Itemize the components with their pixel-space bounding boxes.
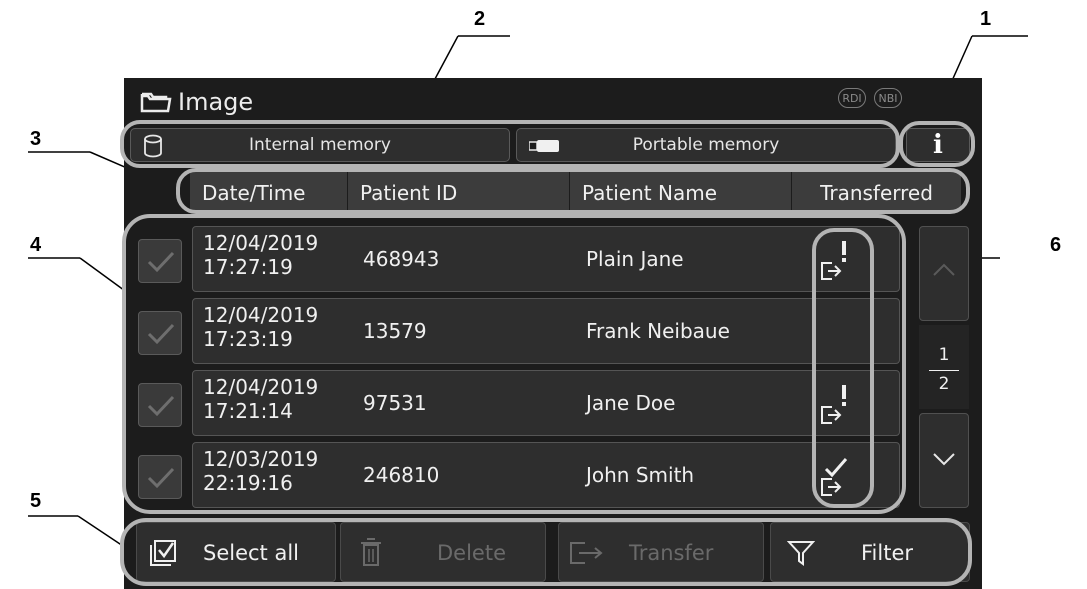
table-row[interactable]: 12/04/2019 17:21:14 97531 Jane Doe: [192, 370, 900, 436]
transfer-error-icon: [821, 241, 846, 280]
row-patient-name: Jane Doe: [586, 391, 676, 415]
filter-button[interactable]: Filter: [770, 522, 970, 582]
row-checkbox[interactable]: [138, 311, 182, 355]
column-header-date-time[interactable]: Date/Time: [190, 172, 348, 210]
tab-internal-memory[interactable]: Internal memory: [130, 128, 510, 162]
info-button[interactable]: i: [906, 128, 970, 162]
chevron-down-icon: [933, 453, 955, 466]
row-time: 22:19:16: [203, 471, 293, 495]
row-patient-id: 13579: [363, 319, 427, 343]
page-current: 1: [938, 345, 950, 365]
row-date: 12/04/2019: [203, 231, 319, 255]
checkbox-icon: [147, 323, 175, 345]
row-patient-id: 468943: [363, 247, 440, 271]
row-patient-name: Frank Neibaue: [586, 319, 730, 343]
callout-number-4: 4: [30, 234, 42, 256]
scroll-up-button[interactable]: [919, 226, 969, 321]
column-header-patient-id[interactable]: Patient ID: [348, 172, 570, 210]
row-date: 12/04/2019: [203, 375, 319, 399]
nbi-badge: NBI: [874, 88, 902, 108]
page-title: Image: [178, 88, 254, 116]
row-patient-name: John Smith: [586, 463, 695, 487]
checkbox-icon: [147, 251, 175, 273]
row-checkbox[interactable]: [138, 239, 182, 283]
delete-button[interactable]: Delete: [340, 522, 546, 582]
cylinder-storage-icon: [144, 134, 162, 158]
delete-label: Delete: [437, 541, 506, 565]
tab-internal-memory-label: Internal memory: [249, 135, 391, 155]
row-date-time: 12/04/2019 17:21:14: [203, 375, 318, 423]
row-time: 17:23:19: [203, 327, 293, 351]
chevron-up-icon: [933, 263, 955, 276]
transfer-button[interactable]: Transfer: [558, 522, 764, 582]
row-time: 17:21:14: [203, 399, 293, 423]
row-patient-id: 97531: [363, 391, 427, 415]
transfer-error-icon: [821, 385, 846, 424]
row-checkbox[interactable]: [138, 383, 182, 427]
info-icon: i: [933, 130, 943, 160]
row-date-time: 12/03/2019 22:19:16: [203, 447, 318, 495]
checkbox-icon: [147, 467, 175, 489]
trash-icon: [361, 538, 381, 566]
usb-drive-icon: [529, 140, 559, 152]
page-indicator: 1 2: [919, 325, 969, 409]
column-header-transferred[interactable]: Transferred: [792, 172, 962, 210]
rdi-badge: RDI: [838, 88, 866, 108]
select-all-label: Select all: [203, 541, 299, 565]
row-patient-id: 246810: [363, 463, 440, 487]
callout-number-3: 3: [30, 128, 42, 150]
filter-label: Filter: [861, 541, 914, 565]
row-date: 12/03/2019: [203, 447, 319, 471]
transfer-icon: [570, 542, 603, 564]
page-divider: [929, 370, 959, 371]
transfer-done-icon: [821, 458, 848, 496]
callout-number-2: 2: [474, 8, 486, 30]
table-row[interactable]: 12/04/2019 17:23:19 13579 Frank Neibaue: [192, 298, 900, 364]
tab-portable-memory[interactable]: Portable memory: [516, 128, 896, 162]
row-time: 17:27:19: [203, 255, 293, 279]
row-checkbox[interactable]: [138, 455, 182, 499]
callout-number-1: 1: [980, 8, 992, 30]
callout-number-6: 6: [1050, 234, 1062, 256]
select-all-icon: [150, 540, 176, 566]
callout-number-5: 5: [30, 490, 42, 512]
filter-icon: [787, 541, 815, 566]
transfer-label: Transfer: [629, 541, 714, 565]
column-header-patient-name[interactable]: Patient Name: [570, 172, 792, 210]
row-patient-name: Plain Jane: [586, 247, 684, 271]
row-date-time: 12/04/2019 17:27:19: [203, 231, 318, 279]
tab-portable-memory-label: Portable memory: [632, 135, 780, 155]
folder-icon: [140, 92, 172, 113]
table-row[interactable]: 12/04/2019 17:27:19 468943 Plain Jane: [192, 226, 900, 292]
page-total: 2: [938, 374, 950, 394]
select-all-button[interactable]: Select all: [136, 522, 336, 582]
scroll-down-button[interactable]: [919, 413, 969, 508]
row-date: 12/04/2019: [203, 303, 319, 327]
checkbox-icon: [147, 395, 175, 417]
table-row[interactable]: 12/03/2019 22:19:16 246810 John Smith: [192, 442, 900, 508]
row-date-time: 12/04/2019 17:23:19: [203, 303, 318, 351]
